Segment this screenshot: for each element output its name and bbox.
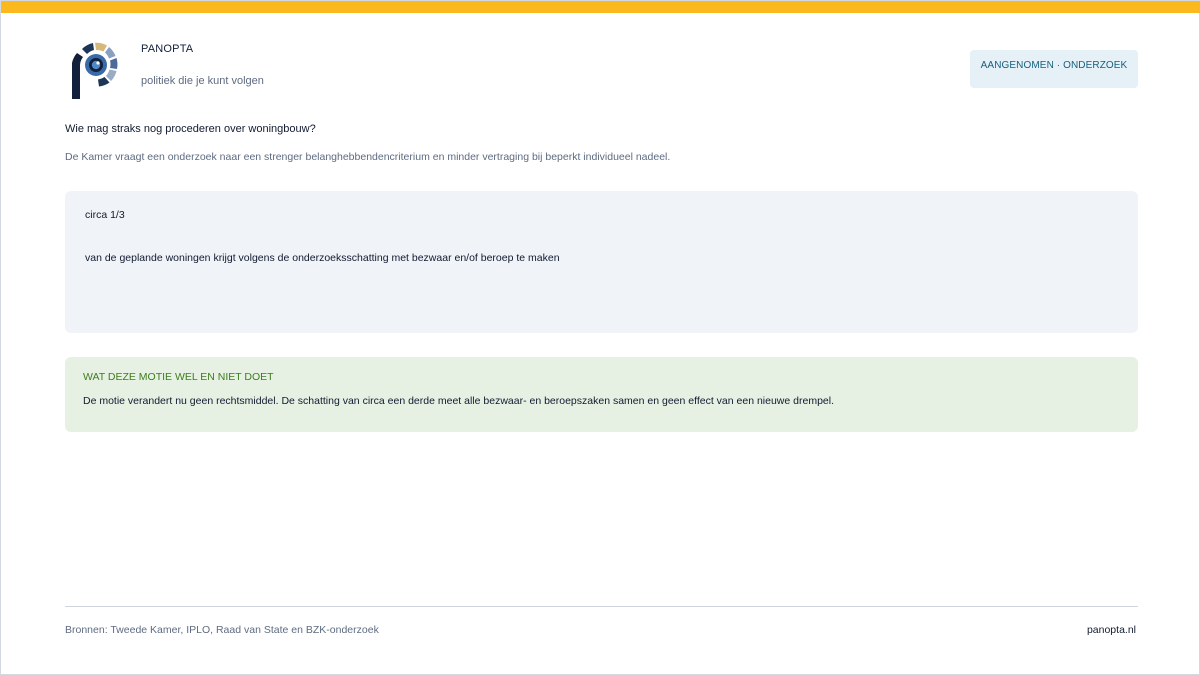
footer-sources: Bronnen: Tweede Kamer, IPLO, Raad van St…: [65, 624, 379, 636]
accent-top-bar: [1, 1, 1200, 13]
page-frame: PANOPTA politiek die je kunt volgen AANG…: [0, 0, 1200, 675]
site-link[interactable]: panopta.nl: [1087, 624, 1136, 636]
stat-description: van de geplande woningen krijgt volgens …: [85, 252, 560, 264]
stat-card: circa 1/3 van de geplande woningen krijg…: [65, 191, 1138, 333]
note-heading: WAT DEZE MOTIE WEL EN NIET DOET: [83, 371, 274, 383]
page-title: Wie mag straks nog procederen over wonin…: [65, 123, 316, 135]
panopta-eye-logo-icon[interactable]: [69, 41, 123, 101]
status-badge: AANGENOMEN · ONDERZOEK: [970, 50, 1138, 88]
brand-tagline: politiek die je kunt volgen: [141, 75, 264, 87]
stat-value: circa 1/3: [85, 209, 125, 221]
motion-note-card: WAT DEZE MOTIE WEL EN NIET DOET De motie…: [65, 357, 1138, 432]
note-text: De motie verandert nu geen rechtsmiddel.…: [83, 395, 835, 407]
footer-divider: [65, 606, 1138, 607]
page-subtitle: De Kamer vraagt een onderzoek naar een s…: [65, 151, 671, 163]
brand-name: PANOPTA: [141, 43, 194, 55]
